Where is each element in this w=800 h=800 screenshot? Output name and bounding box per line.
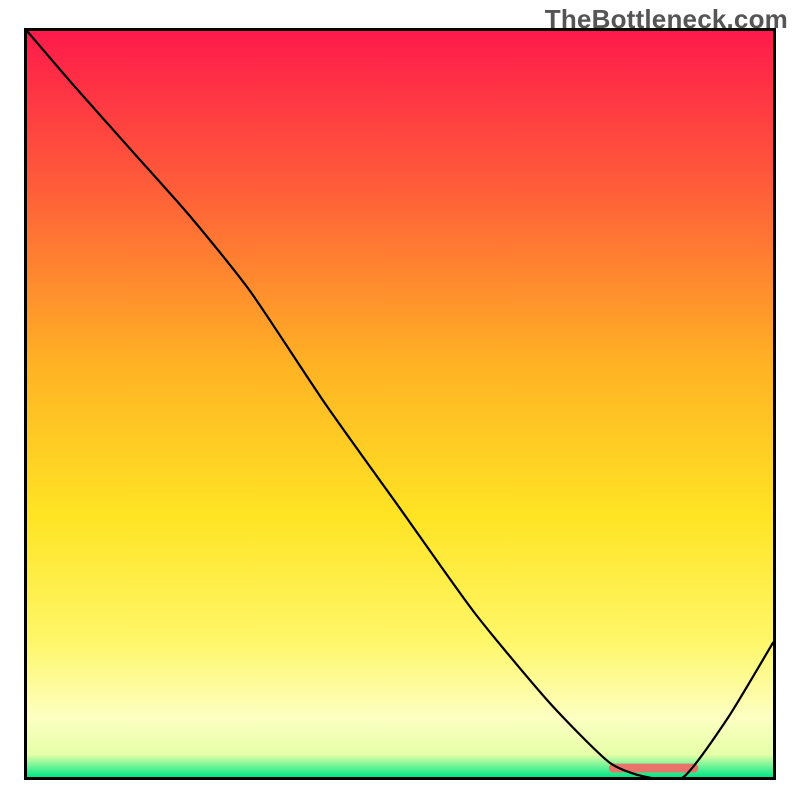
gradient-background xyxy=(27,31,773,777)
plot-frame xyxy=(24,28,776,780)
marker-band xyxy=(609,764,699,773)
plot-area xyxy=(27,31,773,777)
chart-stage: TheBottleneck.com xyxy=(0,0,800,800)
chart-svg xyxy=(27,31,773,777)
